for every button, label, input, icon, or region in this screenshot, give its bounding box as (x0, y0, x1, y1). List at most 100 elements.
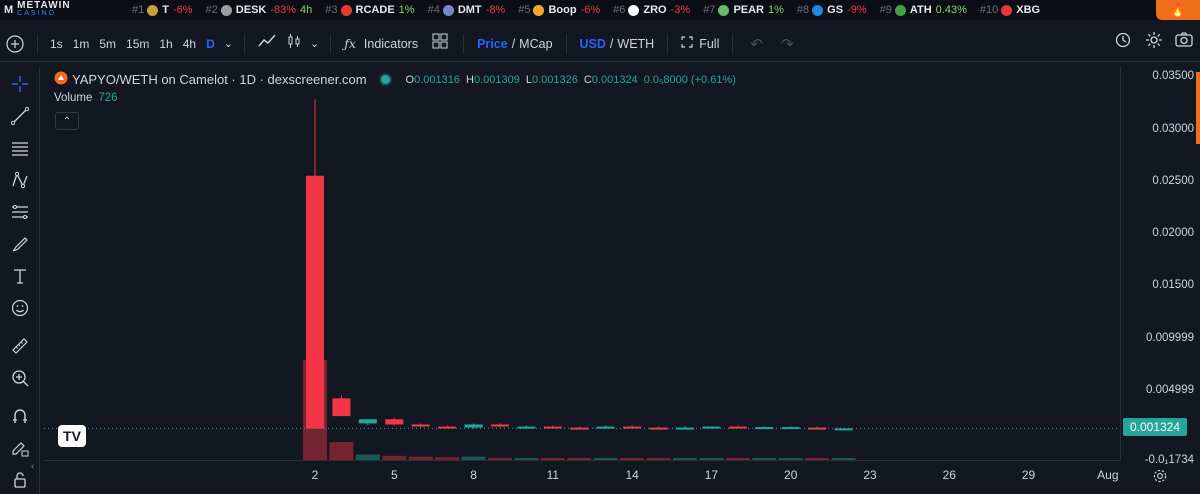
usd-option[interactable]: USD (580, 37, 606, 51)
price-axis[interactable]: 0.03500 0.03000 0.02500 0.02000 0.01500 0.009… (1120, 66, 1200, 466)
timeframe-D[interactable]: D (206, 37, 215, 51)
trendline-tool[interactable] (0, 100, 40, 132)
ticker-symbol: DESK (235, 4, 267, 16)
indicators-button[interactable]: ƒx Indicators (344, 36, 418, 51)
fib-retracement-icon (12, 205, 28, 219)
price-tick-label: 0.004999 (1146, 383, 1194, 396)
volume-legend: Volume 726 (54, 92, 118, 104)
metawin-logo[interactable]: M METAWIN CASINO (0, 0, 132, 20)
ticker-item[interactable]: #8 GS -9% (797, 4, 867, 16)
ticker-item[interactable]: #9 ATH 0.43% (880, 4, 967, 16)
time-tick-label: 26 (942, 468, 956, 482)
crosshair-tool[interactable] (0, 68, 40, 100)
ticker-rank: #6 (613, 4, 626, 16)
chart-toolbar: 1s 1m 5m 15m 1h 4h D ⌄ ⌄ ƒx Indicators Price /… (0, 26, 1200, 62)
emoji-tool[interactable] (0, 292, 40, 324)
weth-option[interactable]: WETH (617, 37, 654, 51)
alert-clock-icon[interactable] (1114, 30, 1134, 55)
live-status-dot (380, 75, 390, 84)
time-tick-label: 23 (863, 468, 877, 482)
brush-tool[interactable] (0, 228, 40, 260)
time-tick-label: 11 (546, 468, 560, 482)
candle-body (385, 419, 404, 425)
drawing-toolbar: ‹ (0, 68, 40, 494)
axis-settings-button[interactable] (1152, 468, 1168, 489)
time-axis[interactable]: 2 5 8 11 14 17 20 23 26 29 Aug (44, 460, 1120, 494)
ticker-item[interactable]: #5 Boop -6% (518, 4, 600, 16)
price-tick-label: 0.03000 (1152, 122, 1194, 135)
fib-tool[interactable] (0, 196, 40, 228)
timeframe-1s[interactable]: 1s (50, 37, 63, 51)
ohlc-key: H (465, 73, 474, 86)
price-chart[interactable] (44, 66, 1120, 460)
fullscreen-icon (681, 36, 693, 51)
candle-body (702, 426, 721, 429)
mcap-option[interactable]: MCap (519, 37, 552, 51)
chevron-down-icon[interactable]: ⌄ (310, 37, 319, 50)
ohlc-key: O (405, 73, 415, 86)
zoom-tool[interactable] (0, 362, 40, 394)
ticker-rank: #4 (427, 4, 440, 16)
price-tick-label: 0.02000 (1152, 227, 1194, 240)
magnet-tool[interactable] (0, 400, 40, 432)
layout-grid-icon[interactable] (432, 33, 448, 54)
timeframe-5m[interactable]: 5m (99, 37, 116, 51)
collapse-legend-button[interactable]: ⌃ (55, 112, 79, 130)
ticker-item[interactable]: #1 T -6% (132, 4, 193, 16)
token-icon (718, 4, 730, 16)
fullscreen-button[interactable]: Full (681, 36, 719, 51)
text-tool[interactable] (0, 260, 40, 292)
ohlc-value: 0.001326 (531, 73, 578, 86)
ticker-item[interactable]: #6 ZRO -3% (613, 4, 690, 16)
ticker-item[interactable]: #4 DMT -8% (428, 4, 506, 16)
fx-icon: ƒx (344, 36, 356, 51)
undo-icon[interactable]: ↶ (750, 35, 763, 53)
candles-chart-type-icon[interactable] (286, 33, 302, 54)
token-icon (1001, 4, 1013, 16)
fire-icon-button[interactable]: 🔥 (1156, 0, 1200, 20)
collapse-toolbar-icon[interactable]: ‹ (31, 456, 41, 476)
tradingview-logo[interactable]: TV (58, 425, 86, 447)
ticker-item[interactable]: #10 XBG (980, 4, 1044, 16)
timeframe-15m[interactable]: 15m (126, 37, 149, 51)
ticker-item[interactable]: #2 DESK -83% 4h (206, 4, 313, 16)
timeframe-4h[interactable]: 4h (183, 37, 196, 51)
ticker-rank: #7 (703, 4, 716, 16)
last-price-label: 0.001324 (1123, 418, 1187, 436)
currency-toggle[interactable]: USD / WETH (580, 37, 655, 51)
price-option[interactable]: Price (477, 37, 508, 51)
ticker-symbol: GS (827, 4, 844, 16)
candle-body (306, 175, 324, 429)
timeframe-1h[interactable]: 1h (159, 37, 172, 51)
zoom-in-icon (12, 370, 29, 387)
time-tick-label: Aug (1097, 468, 1119, 482)
ohlc-value: 0.001316 (414, 73, 460, 86)
redo-icon[interactable]: ↷ (781, 35, 794, 53)
add-symbol-button[interactable] (0, 29, 30, 59)
price-tick-label: 0.02500 (1152, 174, 1194, 187)
ticker-rank: #8 (796, 4, 810, 16)
smiley-icon (11, 299, 29, 317)
pattern-tool[interactable] (0, 164, 40, 196)
ticker-item[interactable]: #3 RCADE 1% (325, 4, 414, 16)
side-panel-tab[interactable] (1196, 72, 1200, 144)
price-mcap-toggle[interactable]: Price / MCap (477, 37, 552, 51)
ticker-symbol: XBG (1016, 4, 1041, 16)
chevron-down-icon[interactable]: ⌄ (224, 37, 233, 50)
price-tick-label: 0.009999 (1146, 331, 1194, 344)
timeframe-1m[interactable]: 1m (73, 37, 90, 51)
candle-body (411, 424, 430, 427)
plus-circle-icon (6, 34, 24, 53)
time-tick-label: 8 (470, 468, 477, 482)
ohlc-key: C (583, 73, 592, 86)
volume-bar (329, 442, 354, 460)
horizontal-lines-tool[interactable] (0, 132, 40, 164)
ticker-item[interactable]: #7 PEAR 1% (703, 4, 784, 16)
ticker-change: 1% (398, 4, 415, 16)
ticker-rank: #10 (979, 4, 999, 16)
screenshot-camera-icon[interactable] (1174, 30, 1194, 55)
line-chart-type-icon[interactable] (257, 33, 277, 54)
ruler-tool[interactable] (0, 330, 40, 362)
brand-name: METAWIN (17, 0, 71, 11)
gear-icon[interactable] (1144, 30, 1164, 55)
